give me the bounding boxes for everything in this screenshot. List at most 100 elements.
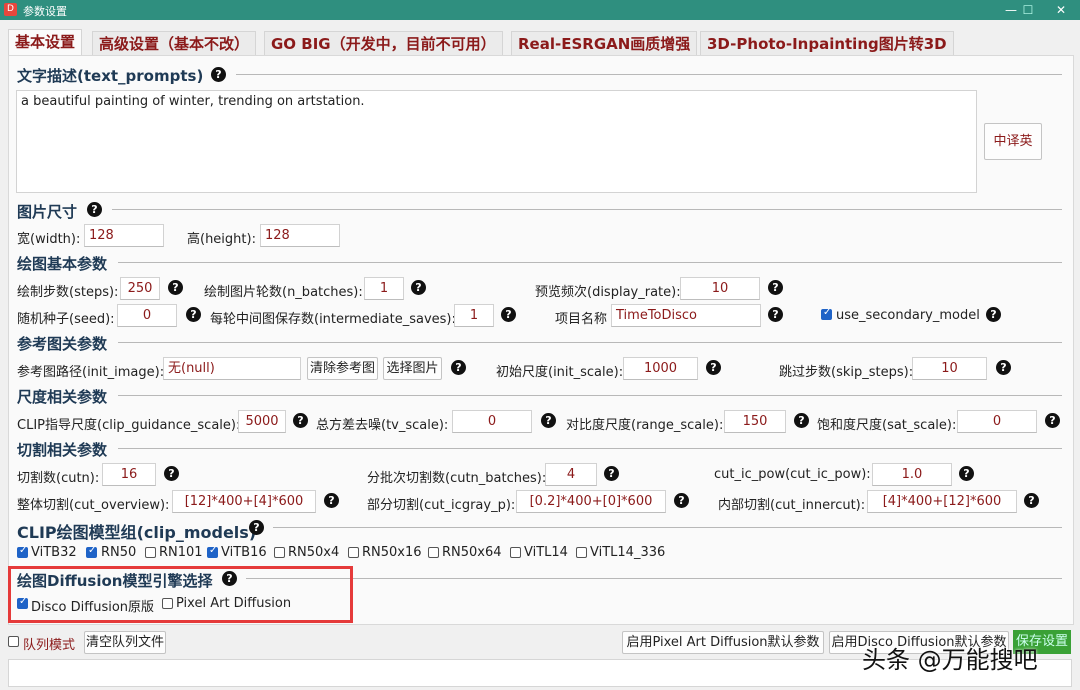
section-divider (112, 209, 1062, 210)
help-icon[interactable]: ? (604, 466, 619, 481)
help-icon[interactable]: ? (211, 67, 226, 82)
help-icon[interactable]: ? (986, 307, 1001, 322)
cutn-label: 切割数(cutn): (17, 471, 100, 486)
clip-model-label: RN101 (159, 545, 203, 560)
clip-model-checkbox-rn50x16[interactable] (348, 547, 359, 558)
range-scale-input[interactable]: 150 (724, 410, 786, 433)
clip-model-label: RN50x16 (362, 545, 422, 560)
section-divider (118, 262, 1062, 263)
project-name-input[interactable]: TimeToDisco (611, 304, 761, 327)
range-scale-label: 对比度尺度(range_scale): (566, 418, 724, 433)
help-icon[interactable]: ? (959, 466, 974, 481)
cut-innercut-label: 内部切割(cut_innercut): (718, 498, 866, 513)
cut-overview-input[interactable]: [12]*400+[4]*600 (172, 490, 316, 513)
init-image-label: 参考图路径(init_image): (17, 365, 165, 380)
help-icon[interactable]: ? (324, 493, 339, 508)
cut-innercut-input[interactable]: [4]*400+[12]*600 (867, 490, 1017, 513)
clip-model-label: ViTL14 (524, 545, 568, 560)
help-icon[interactable]: ? (794, 413, 809, 428)
clip-model-label: ViTL14_336 (590, 545, 666, 560)
tab-real-esrgan[interactable]: Real-ESRGAN画质增强 (511, 31, 698, 55)
clip-model-checkbox-rn101[interactable] (145, 547, 156, 558)
seed-input[interactable]: 0 (117, 304, 177, 327)
help-icon[interactable]: ? (674, 493, 689, 508)
tab-advanced-settings[interactable]: 高级设置（基本不改） (92, 31, 257, 55)
help-icon[interactable]: ? (1045, 413, 1060, 428)
close-button[interactable]: ✕ (1038, 0, 1080, 20)
tab-basic-settings[interactable]: 基本设置 (8, 29, 83, 55)
help-icon[interactable]: ? (706, 360, 721, 375)
init-scale-label: 初始尺度(init_scale): (496, 365, 624, 380)
clip-model-label: RN50x64 (442, 545, 502, 560)
help-icon[interactable]: ? (996, 360, 1011, 375)
help-icon[interactable]: ? (87, 202, 102, 217)
clip-model-label: ViTB32 (31, 545, 77, 560)
cut-icgray-label: 部分切割(cut_icgray_p): (367, 498, 516, 513)
init-image-input[interactable]: 无(null) (163, 357, 301, 380)
seed-label: 随机种子(seed): (17, 312, 115, 327)
skip-steps-label: 跳过步数(skip_steps): (779, 365, 914, 380)
tv-scale-input[interactable]: 0 (452, 410, 532, 433)
help-icon[interactable]: ? (1024, 493, 1039, 508)
project-name-label: 项目名称 (555, 312, 608, 327)
skip-steps-input[interactable]: 10 (912, 357, 987, 380)
clear-init-image-button[interactable]: 清除参考图 (307, 357, 378, 380)
clip-model-checkbox-vitb32[interactable] (17, 545, 28, 558)
clip-model-checkbox-vitb16[interactable] (207, 545, 218, 558)
cut-icgray-input[interactable]: [0.2]*400+[0]*600 (516, 490, 666, 513)
clip-model-label: RN50x4 (288, 545, 340, 560)
display-rate-input[interactable]: 10 (680, 277, 760, 300)
help-icon[interactable]: ? (451, 360, 466, 375)
sat-scale-input[interactable]: 0 (957, 410, 1037, 433)
translate-button[interactable]: 中译英 (984, 123, 1042, 160)
help-icon[interactable]: ? (411, 280, 426, 295)
help-icon[interactable]: ? (293, 413, 308, 428)
highlight-box (8, 566, 353, 623)
queue-mode-checkbox[interactable] (8, 636, 19, 647)
clip-guidance-scale-input[interactable]: 5000 (238, 410, 286, 433)
help-icon[interactable]: ? (186, 307, 201, 322)
intermediate-saves-input[interactable]: 1 (454, 304, 494, 327)
window-title: 参数设置 (23, 5, 67, 18)
help-icon[interactable]: ? (768, 307, 783, 322)
queue-mode-label: 队列模式 (23, 638, 76, 653)
clip-model-checkbox-rn50x64[interactable] (428, 547, 439, 558)
help-icon[interactable]: ? (501, 307, 516, 322)
help-icon[interactable]: ? (164, 466, 179, 481)
clip-model-checkbox-rn50x4[interactable] (274, 547, 285, 558)
n-batches-input[interactable]: 1 (364, 277, 404, 300)
text-prompts-textarea[interactable]: a beautiful painting of winter, trending… (16, 90, 977, 193)
clip-model-checkbox-vitl14[interactable] (510, 547, 521, 558)
cutn-batches-label: 分批次切割数(cutn_batches): (367, 471, 547, 486)
init-scale-input[interactable]: 1000 (623, 357, 698, 380)
use-secondary-model-checkbox[interactable] (821, 307, 832, 320)
scale-params-heading: 尺度相关参数 (17, 388, 108, 406)
watermark: 头条 @万能搜吧 (862, 646, 1038, 674)
help-icon[interactable]: ? (768, 280, 783, 295)
basic-params-heading: 绘图基本参数 (17, 255, 108, 273)
section-divider (273, 527, 1062, 528)
clip-models-heading: CLIP绘图模型组(clip_models) (17, 523, 257, 542)
height-input[interactable]: 128 (260, 224, 340, 247)
reference-params-heading: 参考图关参数 (17, 335, 108, 353)
cutn-input[interactable]: 16 (102, 463, 156, 486)
help-icon[interactable]: ? (249, 520, 264, 535)
clip-model-checkbox-rn50[interactable] (86, 545, 97, 558)
help-icon[interactable]: ? (541, 413, 556, 428)
clip-model-checkbox-vitl14-336[interactable] (576, 547, 587, 558)
cut-ic-pow-input[interactable]: 1.0 (872, 463, 952, 486)
sat-scale-label: 饱和度尺度(sat_scale): (817, 418, 957, 433)
section-divider (236, 74, 1062, 75)
steps-input[interactable]: 250 (120, 277, 160, 300)
steps-label: 绘制步数(steps): (17, 285, 119, 300)
cutn-batches-input[interactable]: 4 (545, 463, 597, 486)
tab-3d-photo-inpainting[interactable]: 3D-Photo-Inpainting图片转3D (700, 31, 954, 55)
tab-go-big[interactable]: GO BIG（开发中，目前不可用） (264, 31, 503, 55)
width-input[interactable]: 128 (84, 224, 164, 247)
help-icon[interactable]: ? (168, 280, 183, 295)
image-size-heading: 图片尺寸 (17, 203, 78, 221)
clear-queue-button[interactable]: 清空队列文件 (84, 631, 166, 654)
choose-image-button[interactable]: 选择图片 (383, 357, 442, 380)
pixel-art-defaults-button[interactable]: 启用Pixel Art Diffusion默认参数 (622, 631, 824, 654)
use-secondary-model-label: use_secondary_model (836, 308, 980, 323)
